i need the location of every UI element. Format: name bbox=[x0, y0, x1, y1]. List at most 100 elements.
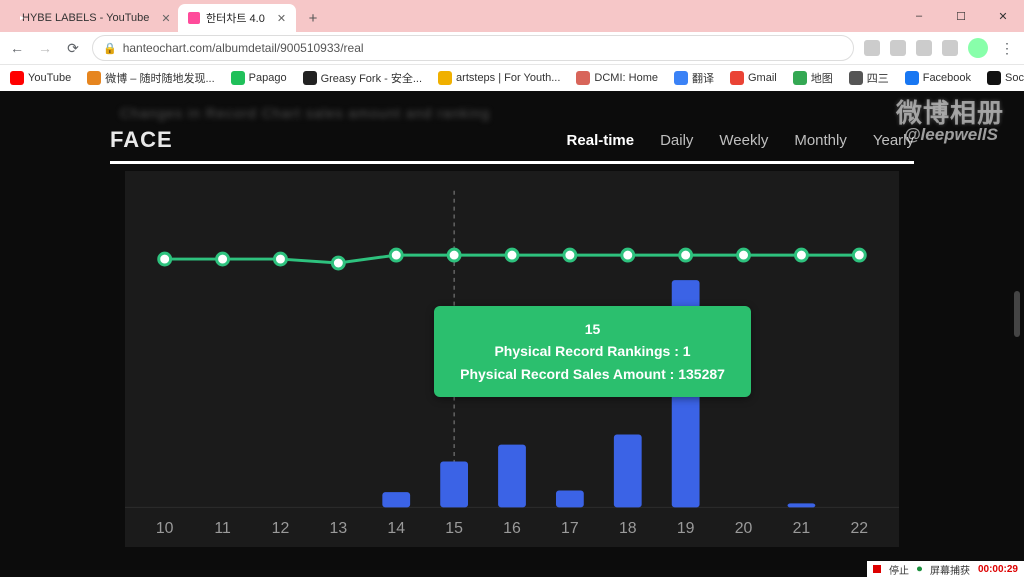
x-tick-21: 21 bbox=[793, 520, 811, 537]
extension-icon[interactable] bbox=[864, 40, 880, 56]
forward-button[interactable]: → bbox=[36, 40, 54, 56]
rank-point-18[interactable] bbox=[622, 249, 634, 261]
bookmark-icon bbox=[438, 71, 452, 85]
bookmark-item[interactable]: 四三 bbox=[849, 70, 889, 86]
bookmark-label: YouTube bbox=[28, 72, 71, 84]
rank-point-10[interactable] bbox=[159, 253, 171, 265]
bookmark-item[interactable]: 翻译 bbox=[674, 70, 714, 86]
bookmark-icon bbox=[303, 71, 317, 85]
bookmark-icon bbox=[987, 71, 1001, 85]
bar-21[interactable] bbox=[788, 503, 816, 507]
time-tab-daily[interactable]: Daily bbox=[660, 132, 693, 149]
bookmark-label: SocialMedia Live St... bbox=[1005, 72, 1024, 84]
rank-point-14[interactable] bbox=[390, 249, 402, 261]
chart-panel-header: FACE Real-timeDailyWeeklyMonthlyYearly bbox=[110, 127, 914, 164]
rank-point-12[interactable] bbox=[275, 253, 287, 265]
rank-point-13[interactable] bbox=[332, 257, 344, 269]
reload-button[interactable]: ⟳ bbox=[64, 40, 82, 57]
bookmark-icon bbox=[87, 71, 101, 85]
bookmark-label: Facebook bbox=[923, 72, 971, 84]
time-tab-monthly[interactable]: Monthly bbox=[794, 132, 847, 149]
bookmark-label: 翻译 bbox=[692, 70, 714, 86]
address-row: ← → ⟳ 🔒 hanteochart.com/albumdetail/9005… bbox=[0, 32, 1024, 65]
chart-area: 10111213141516171819202122 15 Physical R… bbox=[125, 171, 899, 547]
x-tick-16: 16 bbox=[503, 520, 521, 537]
tab-hanteo[interactable]: 한터차트 4.0 ✕ bbox=[178, 4, 296, 32]
extension-icon[interactable] bbox=[916, 40, 932, 56]
time-range-tabs: Real-timeDailyWeeklyMonthlyYearly bbox=[567, 132, 914, 149]
extension-icon[interactable] bbox=[890, 40, 906, 56]
tooltip-rank-row: Physical Record Rankings : 1 bbox=[460, 340, 725, 362]
minimize-button[interactable]: – bbox=[898, 0, 940, 32]
bookmark-icon bbox=[10, 71, 24, 85]
new-tab-button[interactable]: + bbox=[302, 7, 324, 29]
bookmark-item[interactable]: 地图 bbox=[793, 70, 833, 86]
rank-point-21[interactable] bbox=[795, 249, 807, 261]
x-tick-22: 22 bbox=[850, 520, 868, 537]
tab-label: HYBE LABELS - YouTube bbox=[22, 12, 149, 24]
bookmark-item[interactable]: YouTube bbox=[10, 71, 71, 85]
x-tick-13: 13 bbox=[330, 520, 348, 537]
bar-15[interactable] bbox=[440, 462, 468, 508]
rank-point-19[interactable] bbox=[680, 249, 692, 261]
rank-point-17[interactable] bbox=[564, 249, 576, 261]
x-tick-14: 14 bbox=[387, 520, 405, 537]
hanteo-icon bbox=[188, 12, 200, 24]
recorder-stop[interactable]: 停止 bbox=[889, 562, 909, 577]
close-icon[interactable]: ✕ bbox=[277, 12, 286, 25]
tooltip-title: 15 bbox=[460, 318, 725, 340]
x-tick-19: 19 bbox=[677, 520, 695, 537]
tab-label: 한터차트 4.0 bbox=[206, 10, 265, 26]
bookmark-label: Papago bbox=[249, 72, 287, 84]
bar-14[interactable] bbox=[382, 492, 410, 507]
maximize-button[interactable]: ☐ bbox=[940, 0, 982, 32]
profile-avatar[interactable] bbox=[968, 38, 988, 58]
album-title: FACE bbox=[110, 127, 173, 153]
bookmark-icon bbox=[849, 71, 863, 85]
recorder-status: 屏幕捕获 bbox=[930, 562, 970, 577]
chart-tooltip: 15 Physical Record Rankings : 1 Physical… bbox=[434, 306, 751, 397]
bookmark-icon bbox=[905, 71, 919, 85]
recorder-time: 00:00:29 bbox=[978, 564, 1018, 575]
bookmark-item[interactable]: Facebook bbox=[905, 71, 971, 85]
rank-point-11[interactable] bbox=[217, 253, 229, 265]
bar-17[interactable] bbox=[556, 490, 584, 507]
x-tick-12: 12 bbox=[272, 520, 290, 537]
bookmark-label: 四三 bbox=[867, 70, 889, 86]
bookmark-icon bbox=[730, 71, 744, 85]
time-tab-real-time[interactable]: Real-time bbox=[567, 132, 635, 149]
bookmark-item[interactable]: Gmail bbox=[730, 71, 777, 85]
rank-point-22[interactable] bbox=[853, 249, 865, 261]
weibo-watermark-user: @leepwellS bbox=[904, 125, 998, 145]
time-tab-weekly[interactable]: Weekly bbox=[719, 132, 768, 149]
screen-recorder-bar: 停止 ⏺ 屏幕捕获 00:00:29 bbox=[867, 561, 1024, 577]
bookmark-icon bbox=[231, 71, 245, 85]
bookmark-label: artsteps | For Youth... bbox=[456, 72, 560, 84]
address-bar[interactable]: 🔒 hanteochart.com/albumdetail/900510933/… bbox=[92, 35, 854, 61]
page-content: Changes in Record Chart sales amount and… bbox=[0, 91, 1024, 577]
extension-icon[interactable] bbox=[942, 40, 958, 56]
bookmark-label: Gmail bbox=[748, 72, 777, 84]
bookmark-item[interactable]: DCMI: Home bbox=[576, 71, 658, 85]
close-icon[interactable]: ✕ bbox=[161, 12, 170, 25]
bookmark-item[interactable]: Greasy Fork - 安全... bbox=[303, 70, 422, 86]
chrome-menu-button[interactable]: ⋮ bbox=[998, 40, 1016, 57]
side-scroll-indicator[interactable] bbox=[1014, 291, 1020, 337]
close-window-button[interactable]: ✕ bbox=[982, 0, 1024, 32]
rank-point-15[interactable] bbox=[448, 249, 460, 261]
back-button[interactable]: ← bbox=[8, 40, 26, 56]
bookmark-item[interactable]: Papago bbox=[231, 71, 287, 85]
rank-point-16[interactable] bbox=[506, 249, 518, 261]
tab-youtube[interactable]: HYBE LABELS - YouTube ✕ bbox=[6, 4, 176, 32]
rank-point-20[interactable] bbox=[738, 249, 750, 261]
bookmark-item[interactable]: 微博 – 随时随地发现... bbox=[87, 70, 214, 86]
bookmark-icon bbox=[576, 71, 590, 85]
bookmark-item[interactable]: SocialMedia Live St... bbox=[987, 71, 1024, 85]
bookmark-label: 微博 – 随时随地发现... bbox=[105, 70, 214, 86]
lock-icon: 🔒 bbox=[103, 42, 117, 55]
browser-titlebar: HYBE LABELS - YouTube ✕ 한터차트 4.0 ✕ + – ☐… bbox=[0, 0, 1024, 32]
window-controls: – ☐ ✕ bbox=[898, 0, 1024, 32]
bookmark-item[interactable]: artsteps | For Youth... bbox=[438, 71, 560, 85]
bar-18[interactable] bbox=[614, 434, 642, 507]
bar-16[interactable] bbox=[498, 445, 526, 508]
